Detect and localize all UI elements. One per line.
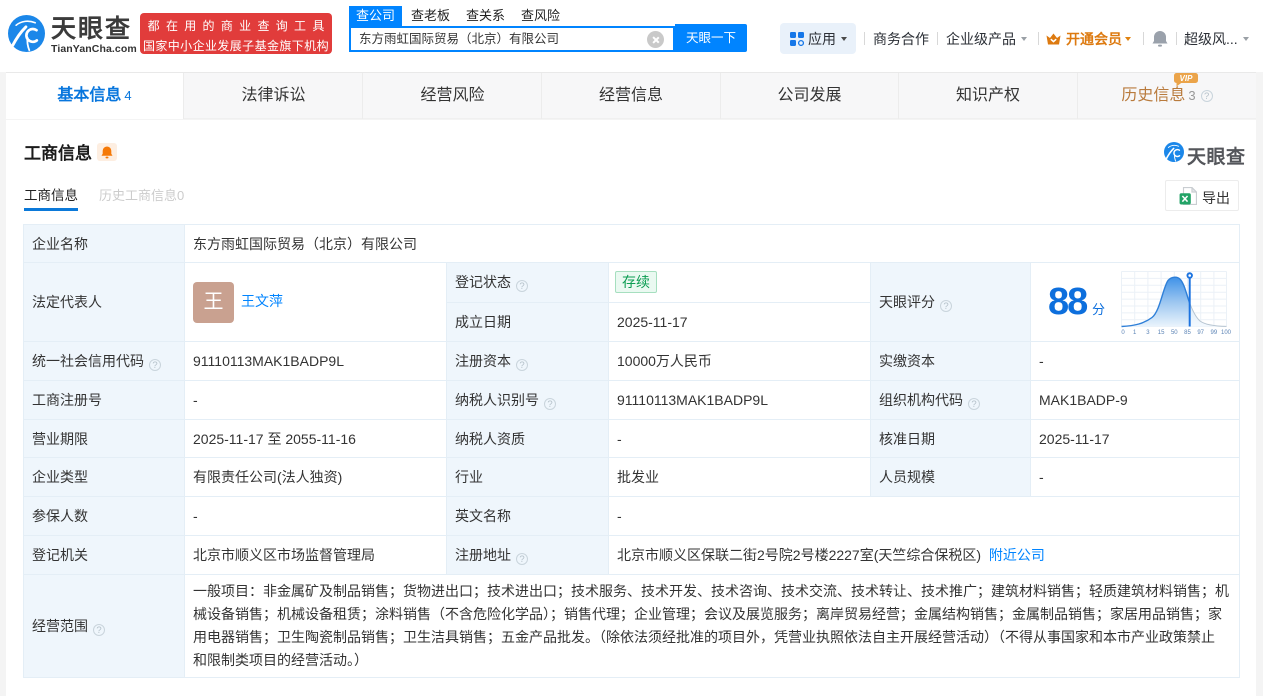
svg-text:1: 1 <box>1133 330 1137 336</box>
svg-text:100: 100 <box>1221 330 1231 336</box>
svg-text:99: 99 <box>1211 330 1218 336</box>
svg-text:3: 3 <box>1146 330 1150 336</box>
svg-text:50: 50 <box>1171 330 1178 336</box>
svg-text:VIP: VIP <box>1180 74 1194 83</box>
svg-text:85: 85 <box>1184 330 1191 336</box>
svg-text:0: 0 <box>1121 330 1125 336</box>
svg-text:97: 97 <box>1197 330 1204 336</box>
svg-text:15: 15 <box>1158 330 1165 336</box>
